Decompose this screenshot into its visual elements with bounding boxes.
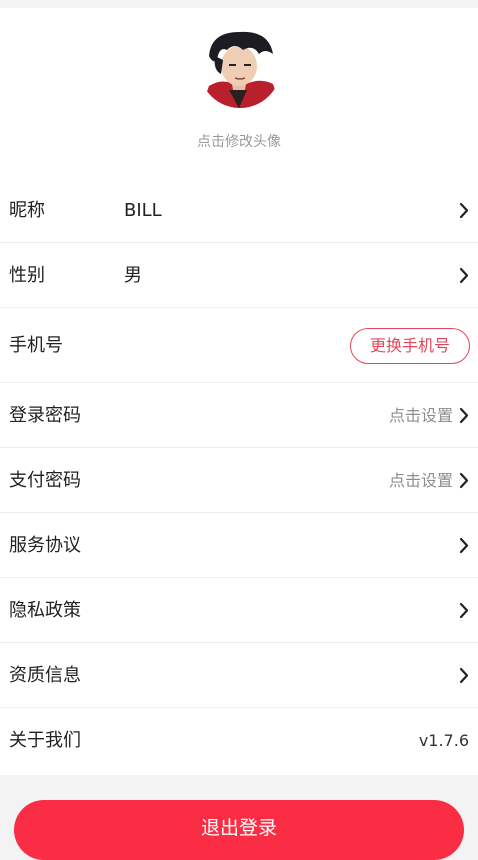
row-label-phone: 手机号 bbox=[9, 335, 63, 356]
row-label-gender: 性别 bbox=[9, 265, 45, 286]
avatar-section[interactable]: 点击修改头像 bbox=[0, 8, 478, 184]
row-phone: 手机号 更换手机号 bbox=[0, 308, 478, 383]
logout-button[interactable]: 退出登录 bbox=[14, 800, 464, 860]
chevron-right-icon bbox=[459, 202, 469, 219]
chevron-right-icon bbox=[459, 472, 469, 489]
row-label-privacy-policy: 隐私政策 bbox=[9, 600, 81, 621]
gender-value: 男 bbox=[124, 265, 142, 286]
login-password-hint: 点击设置 bbox=[388, 406, 453, 425]
row-login-password[interactable]: 登录密码 点击设置 bbox=[0, 383, 478, 448]
row-label-about-us: 关于我们 bbox=[9, 730, 81, 751]
avatar-hint-text: 点击修改头像 bbox=[197, 134, 281, 150]
row-label-payment-password: 支付密码 bbox=[9, 470, 81, 491]
row-gender[interactable]: 性别 男 bbox=[0, 243, 478, 308]
chevron-right-icon bbox=[459, 602, 469, 619]
chevron-right-icon bbox=[459, 407, 469, 424]
user-avatar[interactable] bbox=[199, 26, 281, 108]
chevron-right-icon bbox=[459, 537, 469, 554]
avatar-illustration bbox=[199, 26, 281, 108]
row-label-qualification-info: 资质信息 bbox=[9, 665, 81, 686]
chevron-right-icon bbox=[459, 267, 469, 284]
profile-settings-card: 点击修改头像 昵称 BILL 性别 男 手机号 更换手机号 登录密码 点击设置 … bbox=[0, 8, 478, 775]
row-label-login-password: 登录密码 bbox=[9, 405, 81, 426]
row-payment-password[interactable]: 支付密码 点击设置 bbox=[0, 448, 478, 513]
row-nickname[interactable]: 昵称 BILL bbox=[0, 178, 478, 243]
payment-password-hint: 点击设置 bbox=[388, 471, 453, 490]
change-phone-button[interactable]: 更换手机号 bbox=[350, 328, 470, 364]
nickname-value: BILL bbox=[124, 200, 162, 221]
row-service-agreement[interactable]: 服务协议 bbox=[0, 513, 478, 578]
app-version: v1.7.6 bbox=[418, 731, 469, 750]
row-privacy-policy[interactable]: 隐私政策 bbox=[0, 578, 478, 643]
row-about-us[interactable]: 关于我们 v1.7.6 bbox=[0, 708, 478, 773]
row-label-nickname: 昵称 bbox=[9, 200, 45, 221]
chevron-right-icon bbox=[459, 667, 469, 684]
row-label-service-agreement: 服务协议 bbox=[9, 535, 81, 556]
row-qualification-info[interactable]: 资质信息 bbox=[0, 643, 478, 708]
